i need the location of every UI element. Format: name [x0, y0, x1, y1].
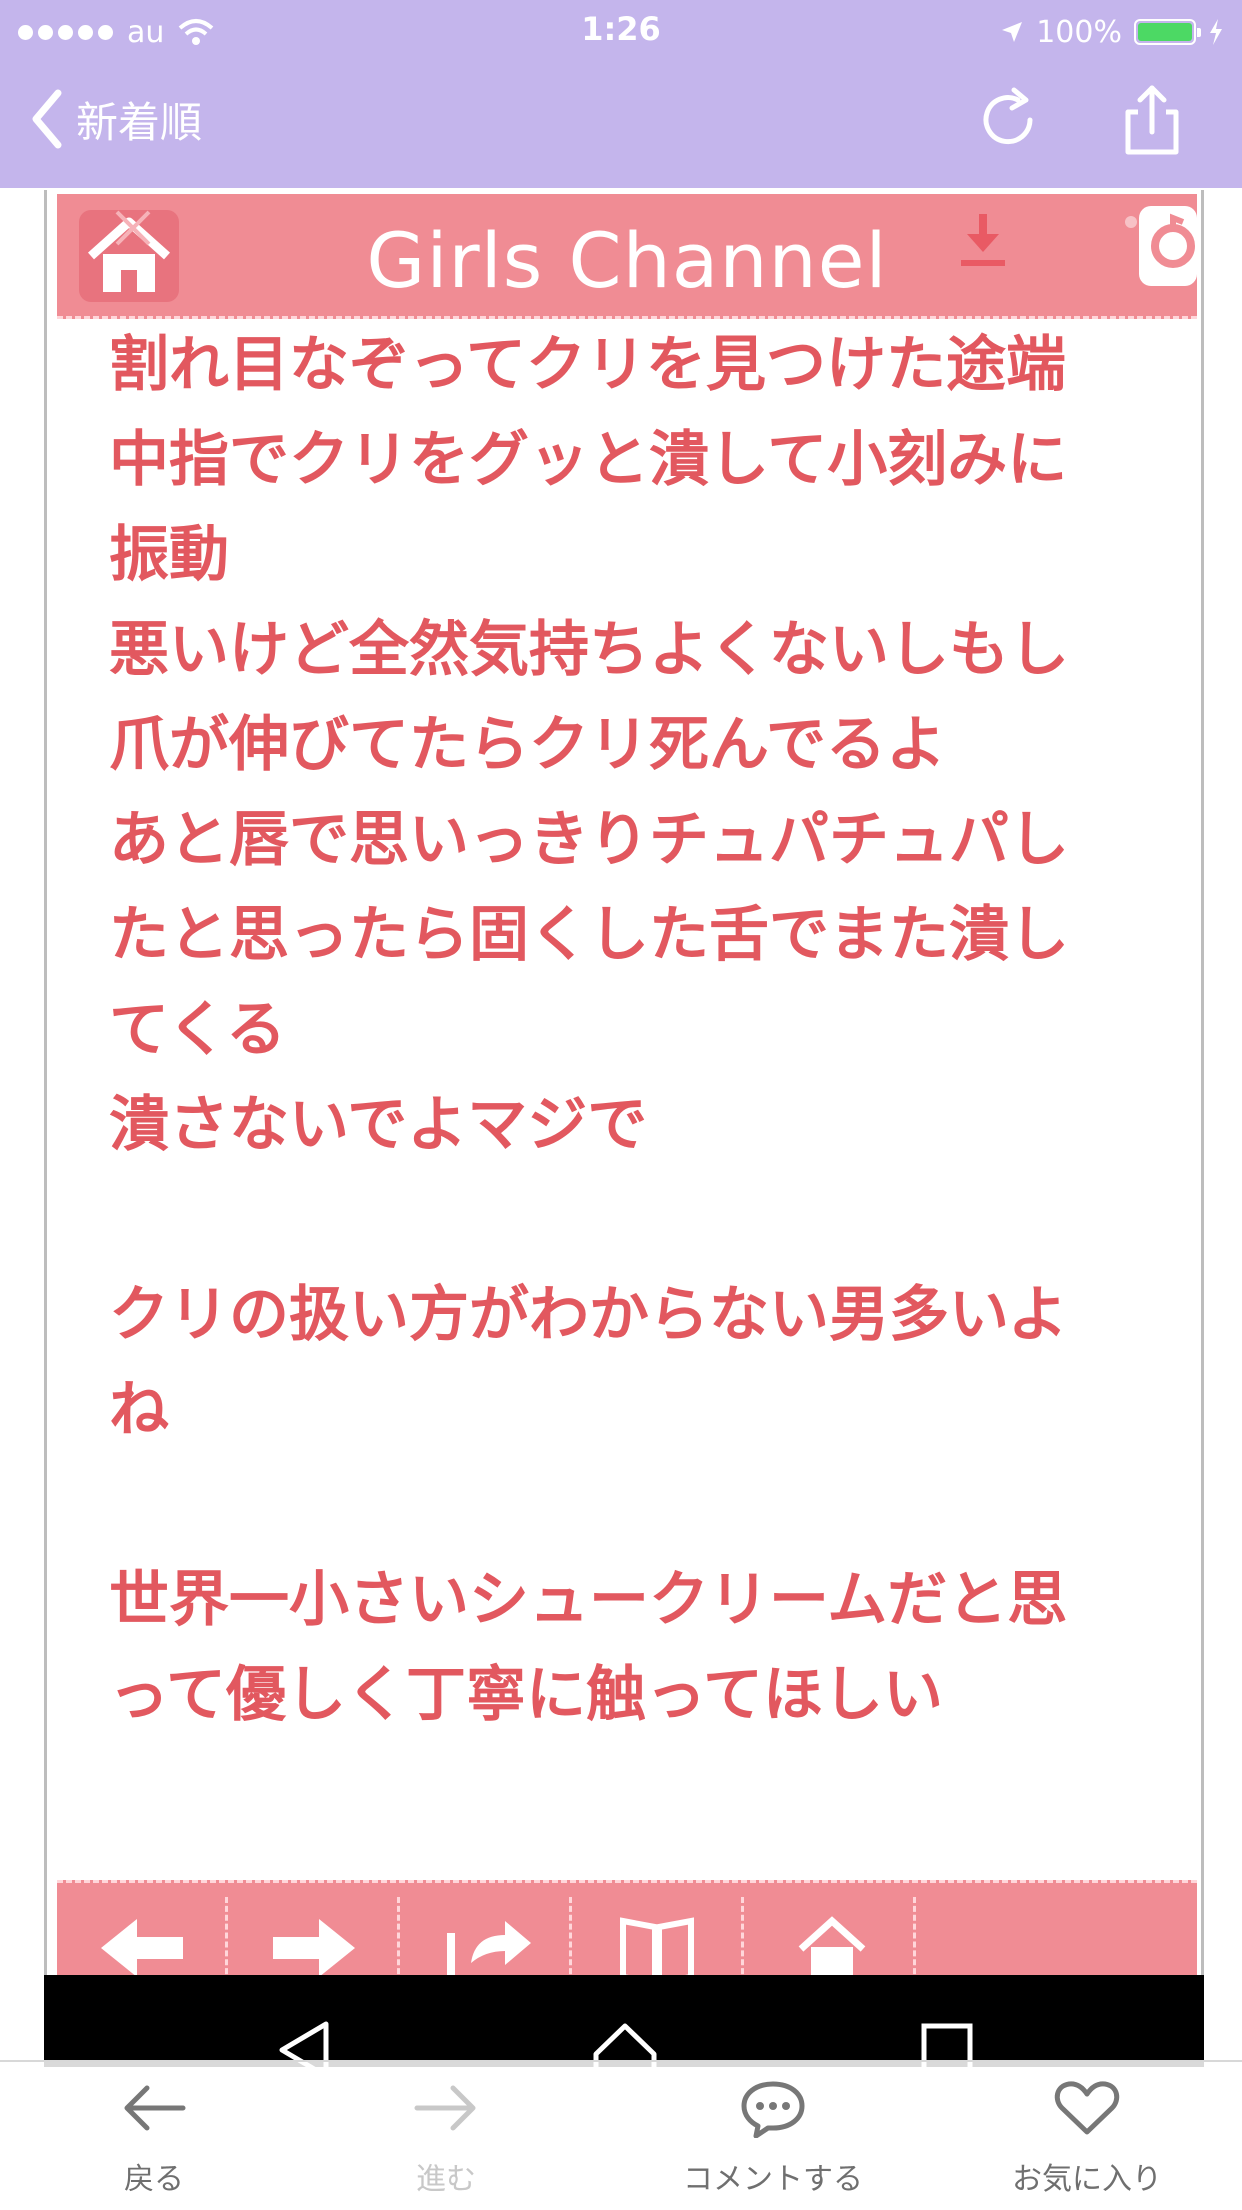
back-button-label: 新着順 [76, 97, 203, 147]
footer-divider [397, 1897, 400, 1980]
toolbar-comment-button[interactable]: コメントする [673, 2078, 873, 2198]
site-header: Girls Channel [57, 194, 1197, 319]
arrow-right-icon [414, 2085, 476, 2131]
location-arrow-icon [1002, 22, 1023, 42]
post-line: たと思ったら固くした舌でまた潰し [109, 900, 1069, 970]
bottom-toolbar: 戻る 進む コメントする お気に入り [0, 2060, 1242, 2210]
post-line: って優しく丁寧に触ってほしい [109, 1660, 943, 1730]
post-line: 世界一小さいシュークリームだと思 [109, 1565, 1068, 1635]
footer-divider [225, 1897, 228, 1980]
left-arrow-icon [101, 1919, 183, 1977]
content-image: Girls Channel 割れ目なぞってクリを見つけた途端 中指でクリをグッと潰… [44, 190, 1204, 1980]
reload-icon[interactable] [970, 82, 1046, 158]
book-icon [620, 1917, 694, 1980]
post-line: ね [109, 1375, 169, 1445]
toolbar-forward-label: 進む [416, 2162, 476, 2197]
navigation-bar: 新着順 [0, 62, 1242, 188]
share-icon[interactable] [1114, 82, 1190, 158]
chevron-left-icon [32, 89, 62, 149]
post-line: 振動 [109, 520, 229, 590]
right-arrow-icon [273, 1919, 355, 1977]
post-line: クリの扱い方がわからない男多いよ [109, 1280, 1068, 1350]
speech-bubble-icon [741, 2081, 805, 2138]
footer-home-icon [798, 1916, 866, 1980]
download-icon [961, 214, 1005, 266]
heart-icon [1054, 2081, 1120, 2135]
status-bar: au 1:26 100% [0, 0, 1242, 62]
status-right: 100% [1000, 10, 1224, 54]
post-line: 爪が伸びてたらクリ死んでるよ [109, 710, 946, 780]
footer-divider [569, 1897, 572, 1980]
forward-share-icon [447, 1921, 531, 1980]
arrow-left-icon [124, 2085, 186, 2131]
site-footer [57, 1880, 1197, 1980]
post-line: 割れ目なぞってクリを見つけた途端 [109, 330, 1066, 400]
charging-bolt-icon [1210, 19, 1222, 45]
toolbar-favorite-label: お気に入り [1012, 2162, 1162, 2197]
site-title: Girls Channel [366, 216, 888, 305]
toolbar-back-label: 戻る [124, 2162, 184, 2197]
toolbar-back-button[interactable]: 戻る [54, 2078, 254, 2198]
post-line: てくる [109, 995, 286, 1065]
toolbar-favorite-button[interactable]: お気に入り [987, 2078, 1187, 2198]
post-line-gap [109, 1173, 1201, 1268]
toolbar-forward-button[interactable]: 進む [346, 2078, 546, 2198]
top-bar: au 1:26 100% 新着順 [0, 0, 1242, 188]
post-line: あと唇で思いっきりチュパチュパし [109, 805, 1069, 875]
battery-percent: 100% [1036, 14, 1122, 50]
toolbar-comment-label: コメントする [683, 2162, 863, 2197]
battery-icon [1134, 19, 1201, 45]
post-line-gap [109, 1458, 1201, 1553]
footer-divider [741, 1897, 744, 1980]
post-line: 潰さないでよマジで [109, 1090, 648, 1160]
post-line: 悪いけど全然気持ちよくないしもし [109, 615, 1069, 685]
footer-divider [913, 1897, 916, 1980]
post-line: 中指でクリをグッと潰して小刻みに [109, 425, 1068, 495]
site-share-icon [1125, 206, 1197, 286]
post-body: 割れ目なぞってクリを見つけた途端 中指でクリをグッと潰して小刻みに 振動悪いけど全然… [109, 318, 1201, 1743]
back-button[interactable]: 新着順 [30, 84, 202, 154]
